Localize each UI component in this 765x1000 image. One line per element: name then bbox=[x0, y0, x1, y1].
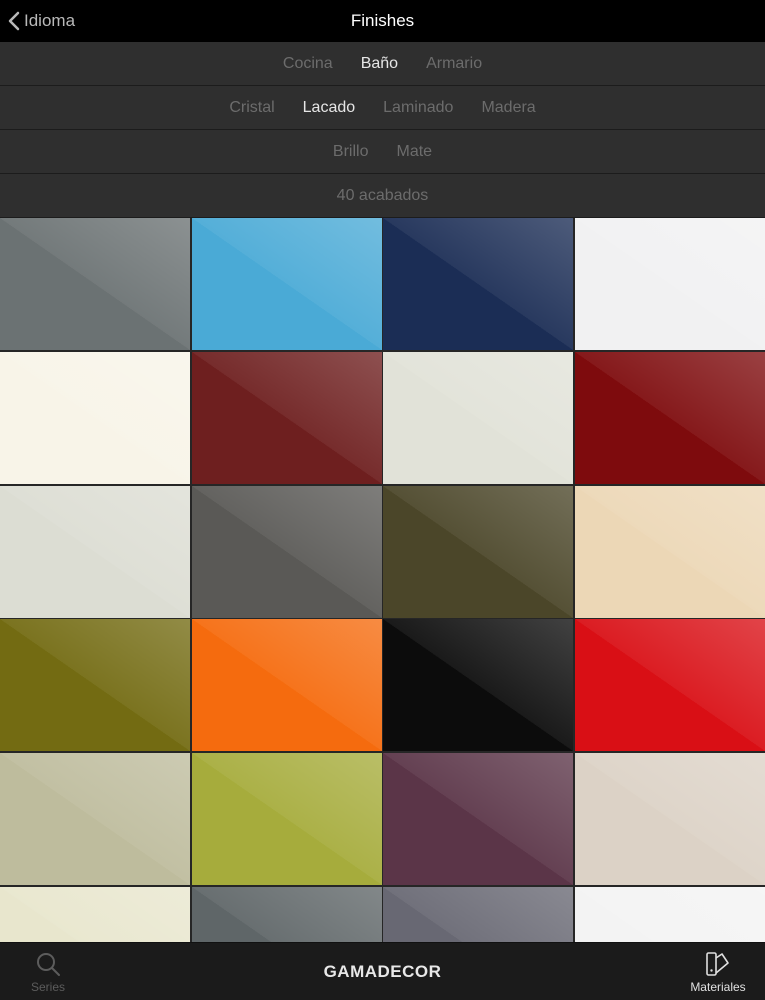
finish-swatch[interactable] bbox=[0, 887, 190, 942]
tab-bar: Series GAMADECOR Materiales bbox=[0, 942, 765, 1000]
results-count: 40 acabados bbox=[336, 186, 429, 204]
swatch-gloss bbox=[0, 485, 190, 618]
chevron-left-icon bbox=[8, 11, 20, 31]
swatch-gloss bbox=[0, 218, 190, 350]
swatch-gloss bbox=[191, 753, 382, 886]
material-filter-row: Cristal Lacado Laminado Madera bbox=[0, 86, 765, 130]
finish-swatch[interactable] bbox=[575, 218, 765, 350]
swatch-gloss bbox=[575, 887, 765, 942]
finish-swatch[interactable] bbox=[191, 218, 382, 350]
swatch-gloss bbox=[191, 351, 382, 484]
filter-room-bano[interactable]: Baño bbox=[361, 55, 398, 73]
swatch-gloss bbox=[383, 753, 574, 886]
swatch-gloss bbox=[575, 753, 765, 886]
finish-swatch[interactable] bbox=[383, 351, 574, 484]
tab-materials-label: Materiales bbox=[690, 979, 746, 994]
swatch-fan-icon bbox=[706, 951, 729, 976]
filter-finish-mate[interactable]: Mate bbox=[396, 143, 432, 161]
swatch-gloss bbox=[0, 753, 190, 886]
swatch-gloss bbox=[191, 619, 382, 752]
finish-swatch[interactable] bbox=[191, 485, 382, 618]
finish-swatch[interactable] bbox=[383, 887, 574, 942]
swatch-gloss bbox=[383, 218, 574, 350]
finish-swatch[interactable] bbox=[0, 485, 190, 618]
finish-swatch[interactable] bbox=[191, 619, 382, 752]
swatch-gloss bbox=[383, 351, 574, 484]
swatch-gloss bbox=[0, 351, 190, 484]
back-button-label: Idioma bbox=[24, 11, 76, 30]
finish-swatch[interactable] bbox=[0, 753, 190, 886]
filter-material-cristal[interactable]: Cristal bbox=[229, 99, 274, 117]
finish-swatch[interactable] bbox=[575, 887, 765, 942]
finish-swatch[interactable] bbox=[0, 218, 190, 350]
filter-material-madera[interactable]: Madera bbox=[481, 99, 535, 117]
swatch-gloss bbox=[0, 887, 190, 942]
swatch-gloss bbox=[575, 485, 765, 618]
swatch-gloss bbox=[575, 619, 765, 752]
finish-swatch[interactable] bbox=[575, 753, 765, 886]
navigation-bar: Idioma Finishes bbox=[0, 0, 765, 42]
swatch-gloss bbox=[575, 351, 765, 484]
swatch-gloss bbox=[383, 485, 574, 618]
finish-swatch[interactable] bbox=[191, 753, 382, 886]
finish-swatch[interactable] bbox=[383, 753, 574, 886]
finish-swatch[interactable] bbox=[575, 351, 765, 484]
finish-filter-row: Brillo Mate bbox=[0, 130, 765, 174]
swatch-gloss bbox=[0, 619, 190, 752]
swatch-gloss bbox=[191, 218, 382, 350]
filter-finish-brillo[interactable]: Brillo bbox=[333, 143, 369, 161]
swatch-gloss bbox=[575, 218, 765, 350]
filter-room-cocina[interactable]: Cocina bbox=[283, 55, 333, 73]
finish-swatch[interactable] bbox=[383, 619, 574, 752]
brand-logo: GAMADECOR bbox=[323, 962, 442, 981]
back-button[interactable]: Idioma bbox=[8, 0, 75, 42]
finish-swatch[interactable] bbox=[0, 351, 190, 484]
results-count-row: 40 acabados bbox=[0, 174, 765, 218]
swatch-gloss bbox=[191, 887, 382, 942]
page-title: Finishes bbox=[350, 11, 415, 30]
swatch-gloss bbox=[191, 485, 382, 618]
filter-material-laminado[interactable]: Laminado bbox=[383, 99, 453, 117]
tab-materials[interactable]: Materiales bbox=[670, 943, 765, 1000]
finishes-grid bbox=[0, 218, 765, 942]
swatch-gloss bbox=[383, 887, 574, 942]
finish-swatch[interactable] bbox=[575, 619, 765, 752]
finish-swatch[interactable] bbox=[383, 485, 574, 618]
room-filter-row: Cocina Baño Armario bbox=[0, 42, 765, 86]
swatch-gloss bbox=[383, 619, 574, 752]
finish-swatch[interactable] bbox=[191, 351, 382, 484]
filter-material-lacado[interactable]: Lacado bbox=[303, 99, 356, 117]
filter-room-armario[interactable]: Armario bbox=[426, 55, 482, 73]
finish-swatch[interactable] bbox=[383, 218, 574, 350]
finish-swatch[interactable] bbox=[575, 485, 765, 618]
finish-swatch[interactable] bbox=[191, 887, 382, 942]
finish-swatch[interactable] bbox=[0, 619, 190, 752]
